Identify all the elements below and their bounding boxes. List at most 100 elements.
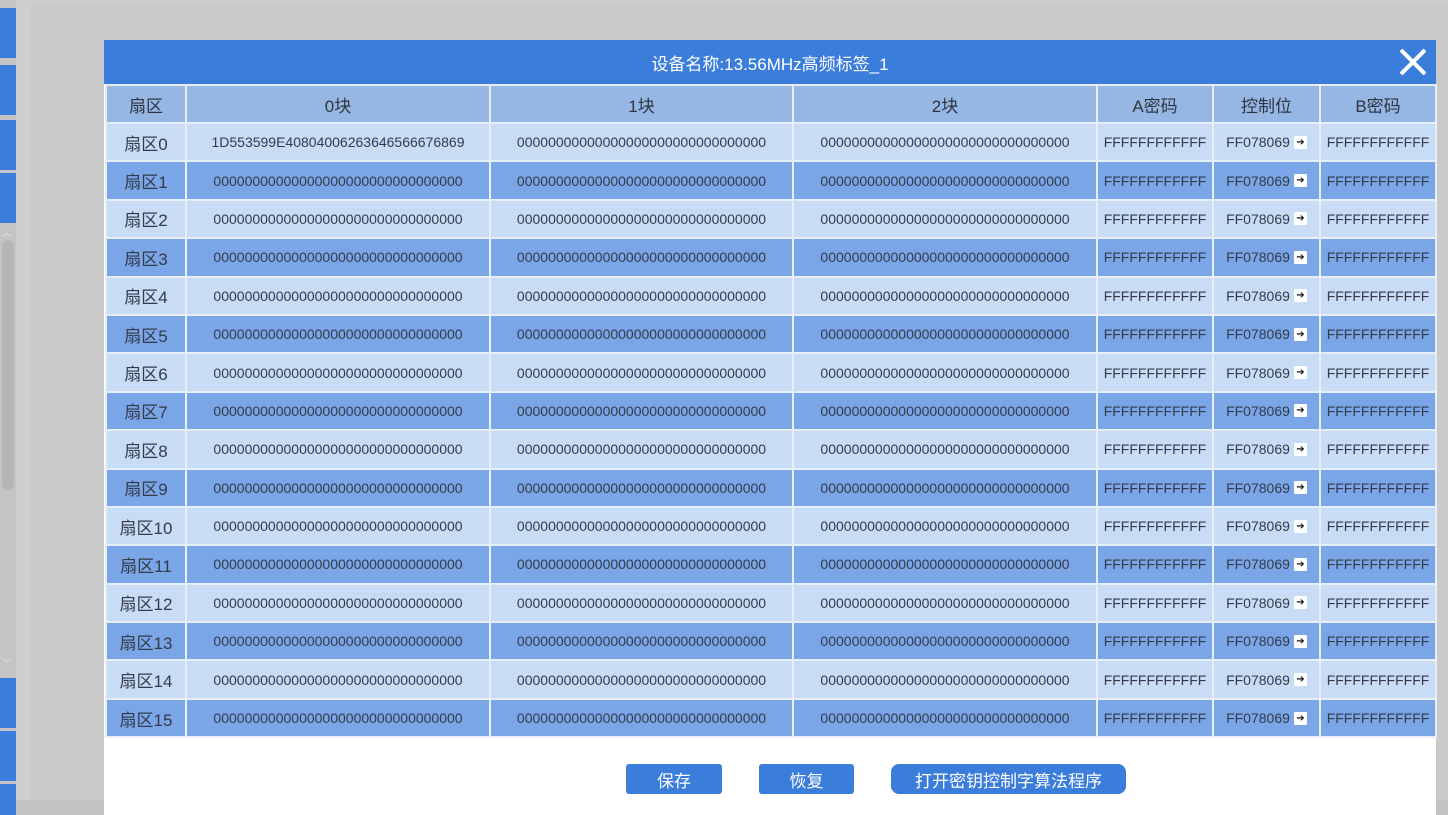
block0-cell[interactable]: 00000000000000000000000000000000 (185, 352, 491, 393)
arrow-right-icon[interactable]: ➔ (1293, 289, 1307, 303)
key-a-cell[interactable]: FFFFFFFFFFFF (1096, 429, 1214, 470)
block2-cell[interactable]: 00000000000000000000000000000000 (792, 582, 1098, 624)
save-button[interactable]: 保存 (626, 764, 722, 794)
key-a-cell[interactable]: FFFFFFFFFFFF (1096, 237, 1214, 278)
sidebar-tab[interactable] (0, 120, 16, 170)
key-b-cell[interactable]: FFFFFFFFFFFF (1319, 544, 1437, 585)
control-bits-cell[interactable]: FF078069 ➔ (1212, 582, 1321, 624)
arrow-right-icon[interactable]: ➔ (1293, 174, 1307, 188)
key-a-cell[interactable]: FFFFFFFFFFFF (1096, 313, 1214, 355)
control-bits-cell[interactable]: FF078069 ➔ (1212, 467, 1321, 508)
block1-cell[interactable]: 00000000000000000000000000000000 (489, 390, 794, 432)
block2-cell[interactable]: 00000000000000000000000000000000 (792, 237, 1098, 278)
key-a-cell[interactable]: FFFFFFFFFFFF (1096, 352, 1214, 393)
block1-cell[interactable]: 00000000000000000000000000000000 (489, 582, 794, 624)
sidebar-tab[interactable] (0, 65, 16, 115)
block0-cell[interactable]: 00000000000000000000000000000000 (185, 429, 491, 470)
control-bits-cell[interactable]: FF078069 ➔ (1212, 621, 1321, 662)
block1-cell[interactable]: 00000000000000000000000000000000 (489, 237, 794, 278)
block2-cell[interactable]: 00000000000000000000000000000000 (792, 198, 1098, 240)
control-bits-cell[interactable]: FF078069 ➔ (1212, 697, 1321, 739)
control-bits-cell[interactable]: FF078069 ➔ (1212, 237, 1321, 278)
block2-cell[interactable]: 00000000000000000000000000000000 (792, 697, 1098, 739)
block2-cell[interactable]: 00000000000000000000000000000000 (792, 121, 1098, 163)
key-b-cell[interactable]: FFFFFFFFFFFF (1319, 429, 1437, 470)
block0-cell[interactable]: 1D553599E40804006263646566676869 (185, 121, 491, 163)
sidebar-tab[interactable] (0, 173, 16, 223)
arrow-right-icon[interactable]: ➔ (1293, 442, 1307, 456)
block1-cell[interactable]: 00000000000000000000000000000000 (489, 659, 794, 700)
block0-cell[interactable]: 00000000000000000000000000000000 (185, 467, 491, 508)
block2-cell[interactable]: 00000000000000000000000000000000 (792, 659, 1098, 700)
block2-cell[interactable]: 00000000000000000000000000000000 (792, 352, 1098, 393)
control-bits-cell[interactable]: FF078069 ➔ (1212, 121, 1321, 163)
arrow-right-icon[interactable]: ➔ (1293, 481, 1307, 495)
control-bits-cell[interactable]: FF078069 ➔ (1212, 198, 1321, 240)
key-a-cell[interactable]: FFFFFFFFFFFF (1096, 621, 1214, 662)
arrow-right-icon[interactable]: ➔ (1293, 557, 1307, 571)
arrow-right-icon[interactable]: ➔ (1293, 135, 1307, 149)
key-b-cell[interactable]: FFFFFFFFFFFF (1319, 352, 1437, 393)
sidebar-tab[interactable] (0, 8, 16, 58)
sidebar-tab[interactable] (0, 678, 16, 728)
control-bits-cell[interactable]: FF078069 ➔ (1212, 313, 1321, 355)
arrow-right-icon[interactable]: ➔ (1293, 366, 1307, 380)
key-a-cell[interactable]: FFFFFFFFFFFF (1096, 544, 1214, 585)
key-b-cell[interactable]: FFFFFFFFFFFF (1319, 313, 1437, 355)
key-a-cell[interactable]: FFFFFFFFFFFF (1096, 467, 1214, 508)
block0-cell[interactable]: 00000000000000000000000000000000 (185, 198, 491, 240)
control-bits-cell[interactable]: FF078069 ➔ (1212, 390, 1321, 432)
key-a-cell[interactable]: FFFFFFFFFFFF (1096, 390, 1214, 432)
block1-cell[interactable]: 00000000000000000000000000000000 (489, 505, 794, 547)
block1-cell[interactable]: 00000000000000000000000000000000 (489, 275, 794, 316)
block1-cell[interactable]: 00000000000000000000000000000000 (489, 121, 794, 163)
key-a-cell[interactable]: FFFFFFFFFFFF (1096, 582, 1214, 624)
block0-cell[interactable]: 00000000000000000000000000000000 (185, 697, 491, 739)
control-bits-cell[interactable]: FF078069 ➔ (1212, 659, 1321, 700)
arrow-right-icon[interactable]: ➔ (1293, 327, 1307, 341)
block0-cell[interactable]: 00000000000000000000000000000000 (185, 582, 491, 624)
arrow-right-icon[interactable]: ➔ (1293, 634, 1307, 648)
block0-cell[interactable]: 00000000000000000000000000000000 (185, 160, 491, 201)
sidebar-scrollbar[interactable] (2, 240, 14, 490)
block0-cell[interactable]: 00000000000000000000000000000000 (185, 505, 491, 547)
block2-cell[interactable]: 00000000000000000000000000000000 (792, 505, 1098, 547)
key-a-cell[interactable]: FFFFFFFFFFFF (1096, 198, 1214, 240)
key-a-cell[interactable]: FFFFFFFFFFFF (1096, 121, 1214, 163)
key-b-cell[interactable]: FFFFFFFFFFFF (1319, 505, 1437, 547)
key-a-cell[interactable]: FFFFFFFFFFFF (1096, 659, 1214, 700)
block0-cell[interactable]: 00000000000000000000000000000000 (185, 621, 491, 662)
control-bits-cell[interactable]: FF078069 ➔ (1212, 160, 1321, 201)
block1-cell[interactable]: 00000000000000000000000000000000 (489, 467, 794, 508)
block1-cell[interactable]: 00000000000000000000000000000000 (489, 429, 794, 470)
restore-button[interactable]: 恢复 (759, 764, 854, 794)
block2-cell[interactable]: 00000000000000000000000000000000 (792, 544, 1098, 585)
key-b-cell[interactable]: FFFFFFFFFFFF (1319, 275, 1437, 316)
arrow-right-icon[interactable]: ➔ (1293, 250, 1307, 264)
key-b-cell[interactable]: FFFFFFFFFFFF (1319, 582, 1437, 624)
block2-cell[interactable]: 00000000000000000000000000000000 (792, 390, 1098, 432)
block0-cell[interactable]: 00000000000000000000000000000000 (185, 275, 491, 316)
key-b-cell[interactable]: FFFFFFFFFFFF (1319, 659, 1437, 700)
key-b-cell[interactable]: FFFFFFFFFFFF (1319, 198, 1437, 240)
block1-cell[interactable]: 00000000000000000000000000000000 (489, 198, 794, 240)
block2-cell[interactable]: 00000000000000000000000000000000 (792, 467, 1098, 508)
block2-cell[interactable]: 00000000000000000000000000000000 (792, 160, 1098, 201)
block1-cell[interactable]: 00000000000000000000000000000000 (489, 697, 794, 739)
block0-cell[interactable]: 00000000000000000000000000000000 (185, 544, 491, 585)
arrow-right-icon[interactable]: ➔ (1293, 519, 1307, 533)
block1-cell[interactable]: 00000000000000000000000000000000 (489, 352, 794, 393)
arrow-right-icon[interactable]: ➔ (1293, 596, 1307, 610)
key-b-cell[interactable]: FFFFFFFFFFFF (1319, 621, 1437, 662)
block1-cell[interactable]: 00000000000000000000000000000000 (489, 313, 794, 355)
arrow-right-icon[interactable]: ➔ (1293, 711, 1307, 725)
block1-cell[interactable]: 00000000000000000000000000000000 (489, 160, 794, 201)
close-icon[interactable] (1398, 47, 1428, 77)
block0-cell[interactable]: 00000000000000000000000000000000 (185, 313, 491, 355)
chevron-up-icon[interactable]: ︿ (2, 224, 12, 239)
arrow-right-icon[interactable]: ➔ (1293, 404, 1307, 418)
block0-cell[interactable]: 00000000000000000000000000000000 (185, 659, 491, 700)
sidebar-tab[interactable] (0, 784, 16, 815)
open-key-program-button[interactable]: 打开密钥控制字算法程序 (891, 764, 1126, 794)
block2-cell[interactable]: 00000000000000000000000000000000 (792, 313, 1098, 355)
